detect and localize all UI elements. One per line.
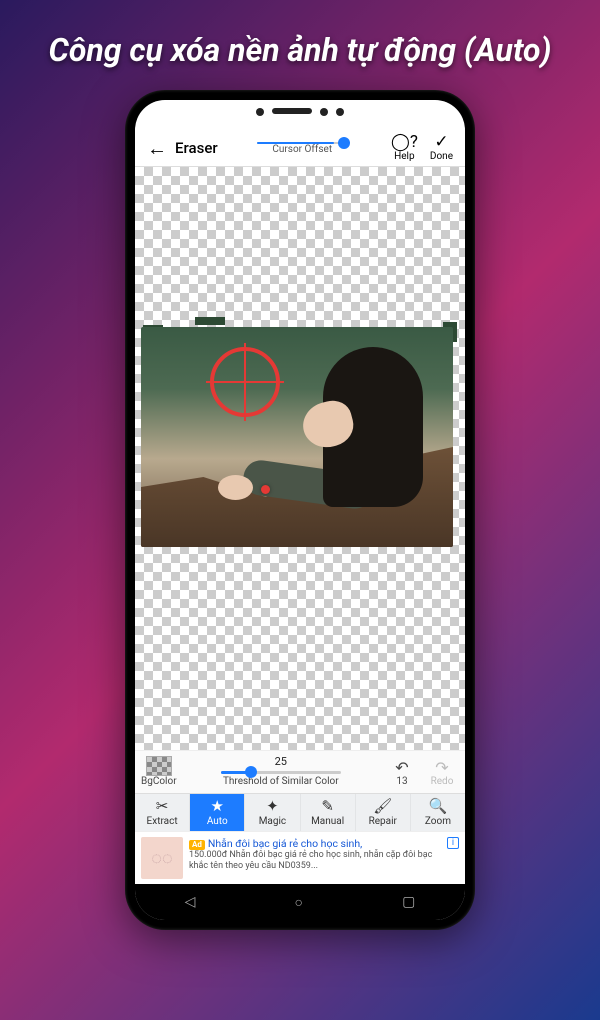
check-icon: ✓ bbox=[434, 134, 448, 151]
star-icon: ★ bbox=[211, 799, 224, 814]
undo-button[interactable]: ↶ 13 bbox=[385, 760, 419, 787]
app-screen: ← Eraser Cursor Offset ◯? Help ✓ Done bbox=[135, 100, 465, 920]
threshold-value: 25 bbox=[275, 755, 287, 768]
tool-tabs: ✂ Extract ★ Auto ✦ Magic ✎ Manual 🖌 Repa… bbox=[135, 793, 465, 831]
threshold-slider[interactable]: 25 Threshold of Similar Color bbox=[183, 755, 379, 787]
redo-button: ↷ Redo bbox=[425, 760, 459, 787]
threshold-label: Threshold of Similar Color bbox=[223, 776, 339, 787]
undo-icon: ↶ bbox=[395, 760, 408, 776]
tool-manual[interactable]: ✎ Manual bbox=[301, 794, 356, 831]
magnifier-icon: 🔍 bbox=[429, 799, 448, 814]
pencil-icon: ✎ bbox=[321, 799, 334, 814]
ad-badge: Ad bbox=[189, 840, 205, 850]
screen-title: Eraser bbox=[175, 139, 218, 157]
nav-back-button[interactable]: ◁ bbox=[185, 894, 196, 910]
brush-icon: 🖌 bbox=[373, 799, 392, 814]
image-fragment bbox=[195, 317, 225, 325]
transparency-swatch-icon bbox=[146, 756, 172, 776]
help-icon: ◯? bbox=[391, 134, 418, 151]
editing-canvas[interactable] bbox=[135, 167, 465, 750]
tool-zoom[interactable]: 🔍 Zoom bbox=[411, 794, 465, 831]
nav-recents-button[interactable]: ▢ bbox=[402, 894, 415, 910]
bgcolor-button[interactable]: BgColor bbox=[141, 756, 177, 787]
slider-thumb-icon[interactable] bbox=[245, 766, 257, 778]
subject-image[interactable] bbox=[141, 327, 453, 547]
ad-info-button[interactable]: i bbox=[447, 837, 459, 849]
slider-thumb-icon[interactable] bbox=[338, 137, 350, 149]
ad-title: AdNhẫn đôi bạc giá rẻ cho học sinh, bbox=[189, 837, 441, 850]
cursor-dot-icon bbox=[261, 485, 270, 494]
threshold-toolbar: BgColor 25 Threshold of Similar Color ↶ … bbox=[135, 750, 465, 793]
back-button[interactable]: ← bbox=[143, 136, 171, 161]
tool-magic[interactable]: ✦ Magic bbox=[245, 794, 300, 831]
scissors-icon: ✂ bbox=[156, 799, 169, 814]
cursor-offset-slider[interactable]: Cursor Offset bbox=[222, 142, 383, 155]
arrow-left-icon: ← bbox=[147, 136, 167, 160]
redo-icon: ↷ bbox=[435, 760, 448, 776]
cursor-offset-label: Cursor Offset bbox=[272, 144, 332, 155]
crosshair-icon bbox=[210, 347, 280, 417]
ad-banner[interactable]: ◌◌ AdNhẫn đôi bạc giá rẻ cho học sinh, 1… bbox=[135, 831, 465, 884]
tool-extract[interactable]: ✂ Extract bbox=[135, 794, 190, 831]
tool-repair[interactable]: 🖌 Repair bbox=[356, 794, 411, 831]
ad-thumbnail: ◌◌ bbox=[141, 837, 183, 879]
android-nav-bar: ◁ ○ ▢ bbox=[135, 884, 465, 920]
ad-description: 150.000đ Nhẫn đôi bạc giá rẻ cho học sin… bbox=[189, 850, 441, 873]
phone-sensors bbox=[125, 108, 475, 116]
tool-auto[interactable]: ★ Auto bbox=[190, 794, 245, 831]
promo-title: Công cụ xóa nền ảnh tự động (Auto) bbox=[0, 0, 600, 80]
done-button[interactable]: ✓ Done bbox=[426, 134, 457, 162]
phone-frame: ← Eraser Cursor Offset ◯? Help ✓ Done bbox=[125, 90, 475, 930]
wand-icon: ✦ bbox=[266, 799, 279, 814]
undo-count: 13 bbox=[396, 776, 407, 787]
top-toolbar: ← Eraser Cursor Offset ◯? Help ✓ Done bbox=[135, 130, 465, 167]
help-button[interactable]: ◯? Help bbox=[387, 134, 422, 162]
nav-home-button[interactable]: ○ bbox=[295, 894, 303, 911]
